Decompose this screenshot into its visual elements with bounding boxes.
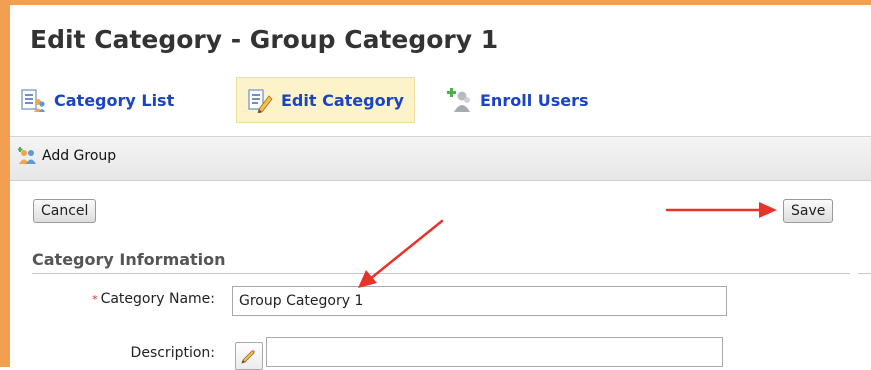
section-divider-tail xyxy=(858,273,871,274)
add-group-button[interactable]: Add Group xyxy=(18,147,116,165)
save-button[interactable]: Save xyxy=(783,199,834,223)
toolbar: Add Group xyxy=(10,136,871,181)
annotation-arrow-category-name xyxy=(358,219,444,288)
category-name-label-text: Category Name: xyxy=(100,291,215,307)
page-title: Edit Category - Group Category 1 xyxy=(30,25,499,54)
edit-category-icon xyxy=(248,89,273,113)
nav-item-category-list[interactable]: Category List xyxy=(20,77,174,123)
required-marker: * xyxy=(92,293,98,306)
add-group-icon xyxy=(18,147,36,164)
description-edit-button[interactable] xyxy=(235,342,263,370)
category-list-icon xyxy=(21,89,45,112)
nav-item-edit-category[interactable]: Edit Category xyxy=(236,77,415,123)
cancel-button[interactable]: Cancel xyxy=(33,199,97,223)
nav-item-enroll-users[interactable]: Enroll Users xyxy=(446,77,589,123)
section-title: Category Information xyxy=(32,250,226,269)
category-name-input[interactable] xyxy=(232,286,727,316)
add-group-label: Add Group xyxy=(42,148,117,164)
category-name-label: * Category Name: xyxy=(92,291,215,307)
description-label: Description: xyxy=(130,345,215,361)
nav-item-label: Edit Category xyxy=(281,90,404,110)
annotation-arrow-save xyxy=(665,202,777,218)
nav-item-label: Category List xyxy=(54,90,175,110)
nav-bar: Category List Edit Category Enroll Users xyxy=(10,75,870,125)
page-frame: Edit Category - Group Category 1 Categor… xyxy=(0,0,871,370)
enroll-users-icon xyxy=(447,88,470,112)
nav-item-label: Enroll Users xyxy=(480,90,589,110)
pencil-icon xyxy=(241,349,256,364)
description-input[interactable] xyxy=(266,337,723,367)
